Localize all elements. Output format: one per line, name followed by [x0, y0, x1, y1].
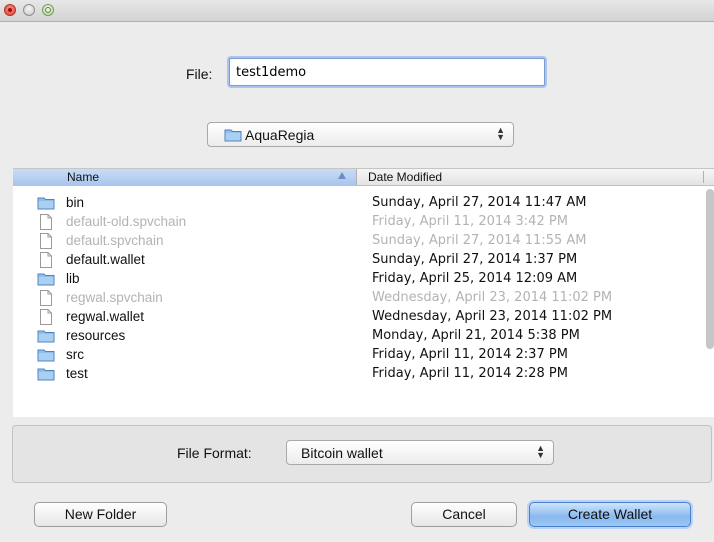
table-row[interactable]: lib Friday, April 25, 2014 12:09 AM — [13, 270, 703, 289]
folder-icon — [37, 367, 55, 384]
file-format-dropdown[interactable]: Bitcoin wallet ▲ ▼ — [286, 440, 554, 465]
row-date-modified: Wednesday, April 23, 2014 11:02 PM — [372, 309, 613, 324]
file-format-label: File Format: — [177, 445, 252, 461]
create-wallet-button[interactable]: Create Wallet — [529, 502, 691, 527]
row-name: default-old.spvchain — [66, 214, 187, 229]
row-date-modified: Wednesday, April 23, 2014 11:02 PM — [372, 290, 613, 305]
row-name: test — [66, 366, 88, 381]
file-name-label: File: — [186, 66, 213, 82]
row-name: src — [66, 347, 84, 362]
row-date-modified: Friday, April 11, 2014 2:28 PM — [372, 366, 568, 381]
folder-icon — [37, 272, 55, 289]
row-name: bin — [66, 195, 85, 210]
file-format-panel: File Format: Bitcoin wallet ▲ ▼ — [12, 425, 712, 483]
table-row[interactable]: test Friday, April 11, 2014 2:28 PM — [13, 365, 703, 384]
column-header-date-modified[interactable]: Date Modified — [368, 170, 442, 184]
table-header: Name Date Modified — [13, 169, 714, 186]
row-name: regwal.spvchain — [66, 290, 163, 305]
row-name: resources — [66, 328, 126, 343]
row-date-modified: Friday, April 25, 2014 12:09 AM — [372, 271, 578, 286]
folder-icon — [37, 329, 55, 346]
new-folder-button[interactable]: New Folder — [34, 502, 167, 527]
row-date-modified: Friday, April 11, 2014 2:37 PM — [372, 347, 568, 362]
table-row: default-old.spvchain Friday, April 11, 20… — [13, 213, 703, 232]
table-row: regwal.spvchain Wednesday, April 23, 2014… — [13, 289, 703, 308]
document-icon — [39, 233, 53, 252]
up-down-arrows-icon: ▲ ▼ — [496, 125, 505, 142]
table-row[interactable]: default.wallet Sunday, April 27, 2014 1:3… — [13, 251, 703, 270]
row-date-modified: Sunday, April 27, 2014 1:37 PM — [372, 252, 578, 267]
column-header-name[interactable]: Name — [13, 169, 357, 185]
window-titlebar — [0, 0, 714, 22]
file-list: bin Sunday, April 27, 2014 11:47 AM defaul… — [13, 194, 703, 384]
table-row: default.spvchain Sunday, April 27, 2014 1… — [13, 232, 703, 251]
file-browser-table: Name Date Modified bin Sunday, April 27, … — [13, 168, 714, 417]
row-date-modified: Friday, April 11, 2014 3:42 PM — [372, 214, 568, 229]
file-format-dropdown-value: Bitcoin wallet — [301, 445, 383, 461]
close-window-button[interactable] — [4, 4, 16, 16]
location-dropdown-value: AquaRegia — [245, 127, 315, 143]
document-icon — [39, 290, 53, 309]
document-icon — [39, 214, 53, 233]
table-row[interactable]: src Friday, April 11, 2014 2:37 PM — [13, 346, 703, 365]
table-row[interactable]: regwal.wallet Wednesday, April 23, 2014 1… — [13, 308, 703, 327]
row-name: default.wallet — [66, 252, 145, 267]
folder-icon — [224, 129, 242, 142]
table-row[interactable]: resources Monday, April 21, 2014 5:38 PM — [13, 327, 703, 346]
row-date-modified: Sunday, April 27, 2014 11:47 AM — [372, 195, 587, 210]
document-icon — [39, 309, 53, 328]
row-date-modified: Sunday, April 27, 2014 11:55 AM — [372, 233, 587, 248]
cancel-button[interactable]: Cancel — [411, 502, 517, 527]
folder-icon — [37, 348, 55, 365]
file-name-input[interactable] — [229, 58, 545, 86]
document-icon — [39, 252, 53, 271]
vertical-scrollbar[interactable] — [706, 189, 714, 349]
row-name: lib — [66, 271, 80, 286]
location-dropdown[interactable]: AquaRegia ▲ ▼ — [207, 122, 514, 147]
row-date-modified: Monday, April 21, 2014 5:38 PM — [372, 328, 580, 343]
column-divider — [703, 171, 704, 183]
up-down-arrows-icon: ▲ ▼ — [536, 443, 545, 460]
table-row[interactable]: bin Sunday, April 27, 2014 11:47 AM — [13, 194, 703, 213]
row-name: default.spvchain — [66, 233, 164, 248]
zoom-window-button[interactable] — [42, 4, 54, 16]
sort-ascending-icon — [338, 172, 346, 179]
minimize-window-button[interactable] — [23, 4, 35, 16]
row-name: regwal.wallet — [66, 309, 145, 324]
folder-icon — [37, 196, 55, 213]
